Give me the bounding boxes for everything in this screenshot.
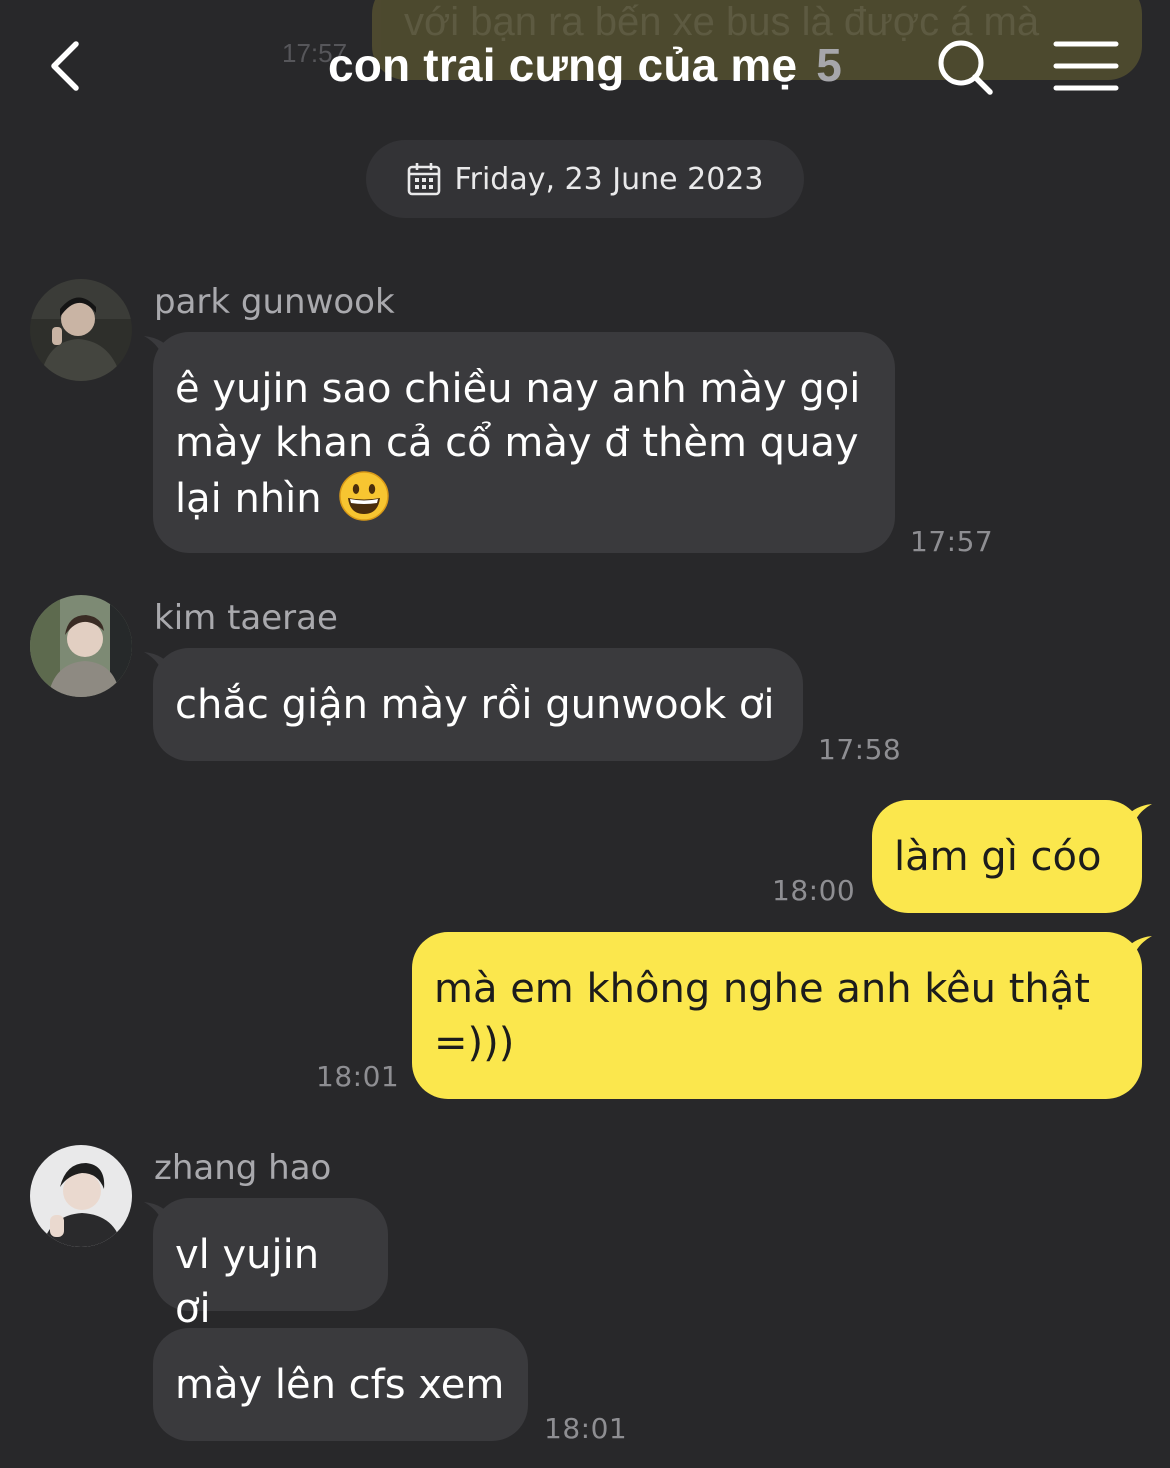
- message-bubble[interactable]: vl yujin ơi: [153, 1198, 388, 1332]
- date-text: Friday, 23 June 2023: [454, 161, 764, 197]
- message-bubble[interactable]: mày lên cfs xem: [153, 1328, 528, 1441]
- message-bubble[interactable]: ê yujin sao chiều nay anh mày gọi mày kh…: [153, 332, 895, 553]
- message-bubble-outgoing[interactable]: làm gì cóo: [872, 800, 1142, 913]
- member-count: 5: [816, 39, 843, 91]
- avatar-zhang-hao[interactable]: [30, 1145, 132, 1247]
- message-text: vl yujin ơi: [175, 1232, 320, 1332]
- menu-button[interactable]: [1052, 38, 1120, 94]
- search-button[interactable]: [934, 36, 998, 100]
- bubble-tail: [1122, 936, 1152, 964]
- message-time: 18:00: [772, 874, 856, 907]
- message-text: làm gì cóo: [894, 834, 1102, 880]
- message-bubble[interactable]: chắc giận mày rồi gunwook ơi: [153, 648, 803, 761]
- sender-name: park gunwook: [154, 282, 395, 322]
- calendar-icon: [407, 163, 440, 196]
- message-text: mà em không nghe anh kêu thật =))): [434, 966, 1090, 1066]
- message-text: ê yujin sao chiều nay anh mày gọi mày kh…: [175, 366, 861, 522]
- sender-name: kim taerae: [154, 598, 338, 638]
- message-time: 18:01: [316, 1060, 400, 1093]
- date-divider: Friday, 23 June 2023: [366, 140, 804, 218]
- message-time: 17:57: [910, 525, 994, 558]
- message-text: chắc giận mày rồi gunwook ơi: [175, 682, 775, 728]
- chat-title-text: con trai cưng của mẹ: [327, 39, 798, 91]
- hamburger-menu-icon: [1053, 41, 1119, 91]
- bubble-tail: [1122, 804, 1152, 832]
- message-text: mày lên cfs xem: [175, 1362, 505, 1408]
- sender-name: zhang hao: [154, 1148, 332, 1188]
- grinning-face-emoji-icon: [339, 471, 390, 521]
- message-time: 18:01: [544, 1412, 628, 1445]
- message-bubble-outgoing[interactable]: mà em không nghe anh kêu thật =))): [412, 932, 1142, 1099]
- avatar-kim-taerae[interactable]: [30, 595, 132, 697]
- avatar-park-gunwook[interactable]: [30, 279, 132, 381]
- message-time: 17:58: [818, 733, 902, 766]
- chat-header: con trai cưng của mẹ 5: [0, 0, 1170, 130]
- chat-screen: với bạn ra bến xe bus là được á mà 17:57…: [0, 0, 1170, 1468]
- search-icon: [938, 40, 993, 95]
